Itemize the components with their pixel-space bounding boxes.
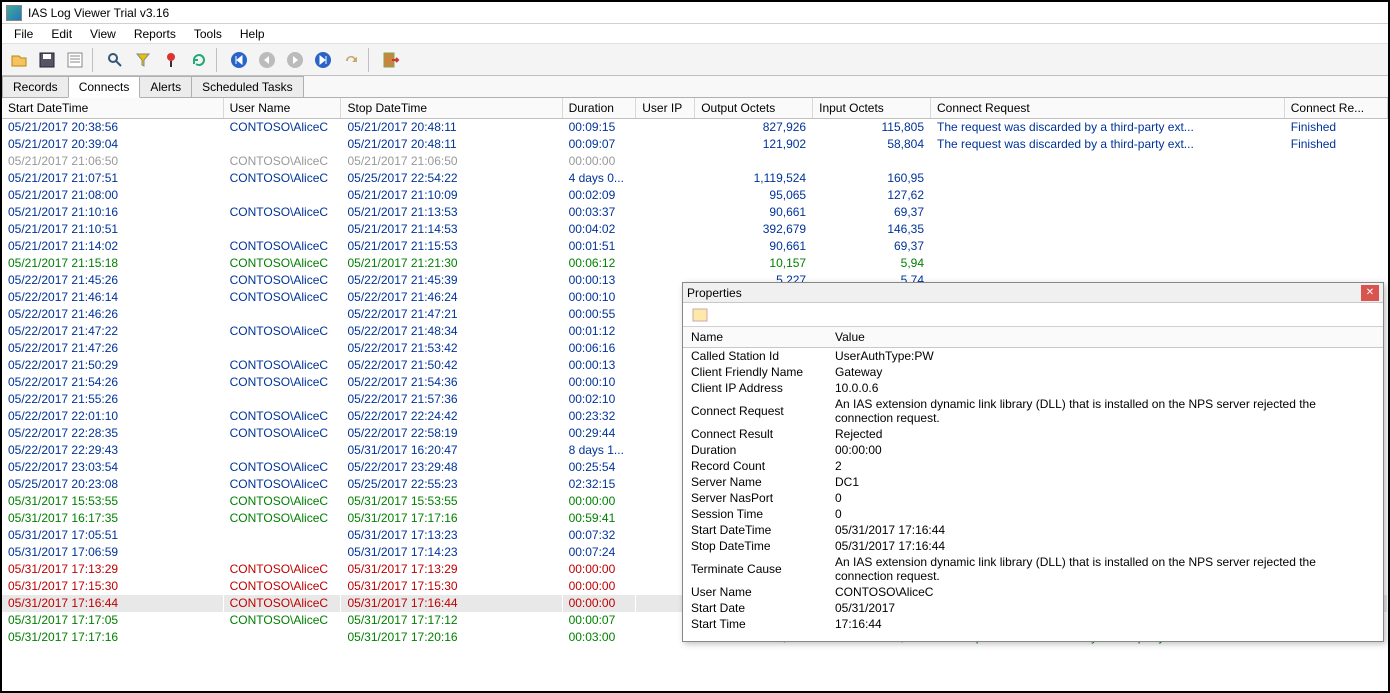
column-header[interactable]: Connect Request [931,98,1285,119]
property-row[interactable]: Terminate CauseAn IAS extension dynamic … [683,554,1383,584]
save-icon[interactable] [34,47,60,73]
property-row[interactable]: Start Date05/31/2017 [683,600,1383,616]
properties-body[interactable]: Name Value Called Station IdUserAuthType… [683,327,1383,643]
table-row[interactable]: 05/21/2017 21:15:18CONTOSO\AliceC05/21/2… [2,255,1388,272]
tab-alerts[interactable]: Alerts [139,76,192,97]
column-header[interactable]: Input Octets [813,98,931,119]
property-row[interactable]: Client Friendly NameGateway [683,364,1383,380]
properties-title: Properties [687,286,742,300]
property-row[interactable]: Connect RequestAn IAS extension dynamic … [683,396,1383,426]
properties-toolbar [683,303,1383,327]
filter-icon[interactable] [130,47,156,73]
menubar: File Edit View Reports Tools Help [2,24,1388,44]
menu-view[interactable]: View [82,25,124,43]
exit-icon[interactable] [378,47,404,73]
column-header[interactable]: Output Octets [695,98,813,119]
menu-tools[interactable]: Tools [186,25,230,43]
column-header[interactable]: Duration [562,98,636,119]
tab-records[interactable]: Records [2,76,69,97]
table-row[interactable]: 05/21/2017 21:14:02CONTOSO\AliceC05/21/2… [2,238,1388,255]
property-row[interactable]: Called Station IdUserAuthType:PW [683,347,1383,364]
property-row[interactable]: Session Time0 [683,506,1383,522]
properties-grid: Name Value Called Station IdUserAuthType… [683,327,1383,632]
property-row[interactable]: Stop DateTime05/31/2017 17:16:44 [683,538,1383,554]
app-icon [6,5,22,21]
menu-reports[interactable]: Reports [126,25,184,43]
properties-panel[interactable]: Properties ✕ Name Value Called Station I… [682,282,1384,642]
tab-connects[interactable]: Connects [68,76,141,98]
column-header[interactable]: Stop DateTime [341,98,562,119]
properties-categorize-icon[interactable] [687,302,713,328]
column-header[interactable]: User IP [636,98,695,119]
table-row[interactable]: 05/21/2017 21:08:0005/21/2017 21:10:0900… [2,187,1388,204]
table-row[interactable]: 05/21/2017 21:06:50CONTOSO\AliceC05/21/2… [2,153,1388,170]
refresh-icon[interactable] [186,47,212,73]
nav-first-icon[interactable] [226,47,252,73]
toolbar [2,44,1388,76]
nav-prev-icon[interactable] [254,47,280,73]
search-icon[interactable] [102,47,128,73]
nav-last-icon[interactable] [310,47,336,73]
property-row[interactable]: User NameCONTOSO\AliceC [683,584,1383,600]
redo-icon[interactable] [338,47,364,73]
table-row[interactable]: 05/21/2017 20:38:56CONTOSO\AliceC05/21/2… [2,119,1388,136]
properties-col-value[interactable]: Value [827,327,1383,347]
titlebar: IAS Log Viewer Trial v3.16 [2,2,1388,24]
column-header[interactable]: Start DateTime [2,98,223,119]
table-row[interactable]: 05/21/2017 21:07:51CONTOSO\AliceC05/25/2… [2,170,1388,187]
list-icon[interactable] [62,47,88,73]
property-row[interactable]: Start Time17:16:44 [683,616,1383,632]
tab-scheduled-tasks[interactable]: Scheduled Tasks [191,76,304,97]
window-title: IAS Log Viewer Trial v3.16 [28,6,169,20]
column-header[interactable]: Connect Re... [1284,98,1387,119]
table-row[interactable]: 05/21/2017 21:10:5105/21/2017 21:14:5300… [2,221,1388,238]
grid-wrap: Start DateTimeUser NameStop DateTimeDura… [2,98,1388,691]
menu-file[interactable]: File [6,25,41,43]
menu-help[interactable]: Help [232,25,273,43]
property-row[interactable]: Server NameDC1 [683,474,1383,490]
property-row[interactable]: Server NasPort0 [683,490,1383,506]
property-row[interactable]: Record Count2 [683,458,1383,474]
property-row[interactable]: Client IP Address10.0.0.6 [683,380,1383,396]
property-row[interactable]: Duration00:00:00 [683,442,1383,458]
property-row[interactable]: Connect ResultRejected [683,426,1383,442]
menu-edit[interactable]: Edit [43,25,80,43]
table-row[interactable]: 05/21/2017 21:10:16CONTOSO\AliceC05/21/2… [2,204,1388,221]
properties-col-name[interactable]: Name [683,327,827,347]
column-header[interactable]: User Name [223,98,341,119]
properties-titlebar[interactable]: Properties ✕ [683,283,1383,303]
table-row[interactable]: 05/21/2017 20:39:0405/21/2017 20:48:1100… [2,136,1388,153]
open-icon[interactable] [6,47,32,73]
pin-icon[interactable] [158,47,184,73]
nav-next-icon[interactable] [282,47,308,73]
close-icon[interactable]: ✕ [1361,285,1379,301]
tabbar: Records Connects Alerts Scheduled Tasks [2,76,1388,98]
property-row[interactable]: Start DateTime05/31/2017 17:16:44 [683,522,1383,538]
